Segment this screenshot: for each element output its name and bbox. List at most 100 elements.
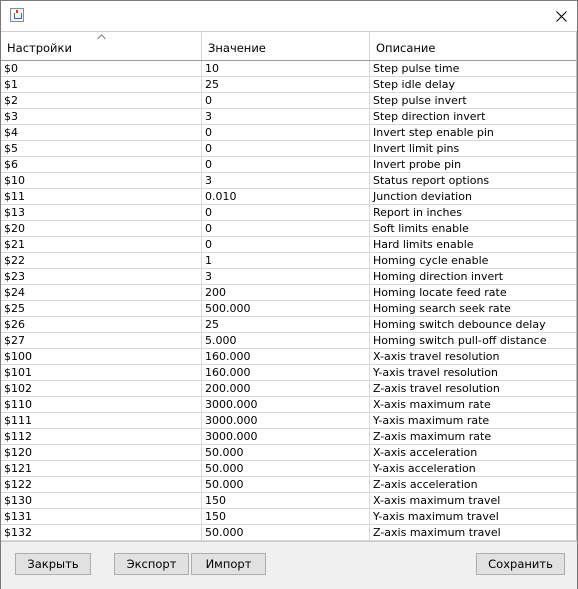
setting-key-cell[interactable]: $21 [1, 237, 202, 253]
setting-key-cell[interactable]: $102 [1, 381, 202, 397]
setting-description-cell[interactable]: Step pulse time [370, 61, 577, 77]
setting-description-cell[interactable]: Soft limits enable [370, 221, 577, 237]
setting-description-cell[interactable]: X-axis travel resolution [370, 349, 577, 365]
setting-description-cell[interactable]: Homing direction invert [370, 269, 577, 285]
setting-value-cell[interactable]: 3 [202, 173, 370, 189]
setting-description-cell[interactable]: Report in inches [370, 205, 577, 221]
setting-key-cell[interactable]: $110 [1, 397, 202, 413]
setting-key-cell[interactable]: $20 [1, 221, 202, 237]
setting-value-cell[interactable]: 3000.000 [202, 413, 370, 429]
setting-key-cell[interactable]: $0 [1, 61, 202, 77]
setting-key-cell[interactable]: $4 [1, 125, 202, 141]
setting-description-cell[interactable]: Y-axis maximum rate [370, 413, 577, 429]
setting-description-cell[interactable]: Z-axis maximum travel [370, 525, 577, 541]
setting-value-cell[interactable]: 160.000 [202, 365, 370, 381]
table-row[interactable]: $22 1 Homing cycle enable [1, 253, 577, 269]
table-row[interactable]: $120 50.000 X-axis acceleration [1, 445, 577, 461]
setting-key-cell[interactable]: $130 [1, 493, 202, 509]
setting-description-cell[interactable]: X-axis acceleration [370, 445, 577, 461]
table-row[interactable]: $6 0 Invert probe pin [1, 157, 577, 173]
table-row[interactable]: $13 0 Report in inches [1, 205, 577, 221]
setting-key-cell[interactable]: $27 [1, 333, 202, 349]
setting-description-cell[interactable]: Step idle delay [370, 77, 577, 93]
setting-description-cell[interactable]: Homing switch pull-off distance [370, 333, 577, 349]
setting-description-cell[interactable]: X-axis maximum rate [370, 397, 577, 413]
table-row[interactable]: $131 150 Y-axis maximum travel [1, 509, 577, 525]
table-row[interactable]: $101 160.000 Y-axis travel resolution [1, 365, 577, 381]
setting-value-cell[interactable]: 0 [202, 237, 370, 253]
setting-value-cell[interactable]: 0 [202, 93, 370, 109]
export-button[interactable]: Экспорт [114, 553, 189, 575]
table-row[interactable]: $25 500.000 Homing search seek rate [1, 301, 577, 317]
setting-value-cell[interactable]: 5.000 [202, 333, 370, 349]
setting-key-cell[interactable]: $23 [1, 269, 202, 285]
setting-value-cell[interactable]: 0 [202, 125, 370, 141]
setting-value-cell[interactable]: 25 [202, 317, 370, 333]
column-header-value[interactable]: Значение [202, 32, 370, 60]
setting-value-cell[interactable]: 150 [202, 493, 370, 509]
column-header-description[interactable]: Описание [370, 32, 577, 60]
setting-description-cell[interactable]: Homing cycle enable [370, 253, 577, 269]
setting-key-cell[interactable]: $132 [1, 525, 202, 541]
setting-value-cell[interactable]: 0 [202, 141, 370, 157]
table-row[interactable]: $122 50.000 Z-axis acceleration [1, 477, 577, 493]
setting-description-cell[interactable]: Y-axis acceleration [370, 461, 577, 477]
setting-key-cell[interactable]: $100 [1, 349, 202, 365]
setting-description-cell[interactable]: Status report options [370, 173, 577, 189]
setting-key-cell[interactable]: $5 [1, 141, 202, 157]
setting-value-cell[interactable]: 3000.000 [202, 397, 370, 413]
setting-value-cell[interactable]: 10 [202, 61, 370, 77]
setting-value-cell[interactable]: 50.000 [202, 461, 370, 477]
setting-key-cell[interactable]: $26 [1, 317, 202, 333]
column-header-settings[interactable]: Настройки [1, 32, 202, 60]
setting-key-cell[interactable]: $10 [1, 173, 202, 189]
setting-value-cell[interactable]: 0 [202, 205, 370, 221]
table-row[interactable]: $11 0.010 Junction deviation [1, 189, 577, 205]
setting-key-cell[interactable]: $6 [1, 157, 202, 173]
setting-value-cell[interactable]: 0 [202, 221, 370, 237]
close-button[interactable]: Закрыть [15, 553, 91, 575]
setting-description-cell[interactable]: Step direction invert [370, 109, 577, 125]
setting-value-cell[interactable]: 500.000 [202, 301, 370, 317]
table-row[interactable]: $24 200 Homing locate feed rate [1, 285, 577, 301]
setting-key-cell[interactable]: $25 [1, 301, 202, 317]
title-bar[interactable] [1, 1, 577, 31]
setting-description-cell[interactable]: Invert limit pins [370, 141, 577, 157]
table-row[interactable]: $111 3000.000 Y-axis maximum rate [1, 413, 577, 429]
setting-key-cell[interactable]: $2 [1, 93, 202, 109]
table-row[interactable]: $121 50.000 Y-axis acceleration [1, 461, 577, 477]
setting-value-cell[interactable]: 25 [202, 77, 370, 93]
table-row[interactable]: $100 160.000 X-axis travel resolution [1, 349, 577, 365]
setting-value-cell[interactable]: 3 [202, 109, 370, 125]
setting-key-cell[interactable]: $1 [1, 77, 202, 93]
table-row[interactable]: $21 0 Hard limits enable [1, 237, 577, 253]
save-button[interactable]: Сохранить [476, 553, 565, 575]
setting-key-cell[interactable]: $24 [1, 285, 202, 301]
setting-value-cell[interactable]: 0.010 [202, 189, 370, 205]
setting-value-cell[interactable]: 160.000 [202, 349, 370, 365]
table-row[interactable]: $102 200.000 Z-axis travel resolution [1, 381, 577, 397]
setting-key-cell[interactable]: $3 [1, 109, 202, 125]
setting-key-cell[interactable]: $122 [1, 477, 202, 493]
setting-description-cell[interactable]: Hard limits enable [370, 237, 577, 253]
setting-description-cell[interactable]: Homing switch debounce delay [370, 317, 577, 333]
table-row[interactable]: $3 3 Step direction invert [1, 109, 577, 125]
table-row[interactable]: $110 3000.000 X-axis maximum rate [1, 397, 577, 413]
setting-value-cell[interactable]: 3000.000 [202, 429, 370, 445]
table-row[interactable]: $112 3000.000 Z-axis maximum rate [1, 429, 577, 445]
table-row[interactable]: $23 3 Homing direction invert [1, 269, 577, 285]
setting-description-cell[interactable]: Invert probe pin [370, 157, 577, 173]
setting-description-cell[interactable]: Z-axis acceleration [370, 477, 577, 493]
setting-value-cell[interactable]: 1 [202, 253, 370, 269]
setting-description-cell[interactable]: Homing search seek rate [370, 301, 577, 317]
setting-description-cell[interactable]: Homing locate feed rate [370, 285, 577, 301]
table-row[interactable]: $20 0 Soft limits enable [1, 221, 577, 237]
table-row[interactable]: $4 0 Invert step enable pin [1, 125, 577, 141]
table-row[interactable]: $130 150 X-axis maximum travel [1, 493, 577, 509]
setting-description-cell[interactable]: Invert step enable pin [370, 125, 577, 141]
setting-value-cell[interactable]: 50.000 [202, 477, 370, 493]
setting-description-cell[interactable]: Z-axis travel resolution [370, 381, 577, 397]
table-row[interactable]: $2 0 Step pulse invert [1, 93, 577, 109]
table-row[interactable]: $26 25 Homing switch debounce delay [1, 317, 577, 333]
table-row[interactable]: $132 50.000 Z-axis maximum travel [1, 525, 577, 541]
